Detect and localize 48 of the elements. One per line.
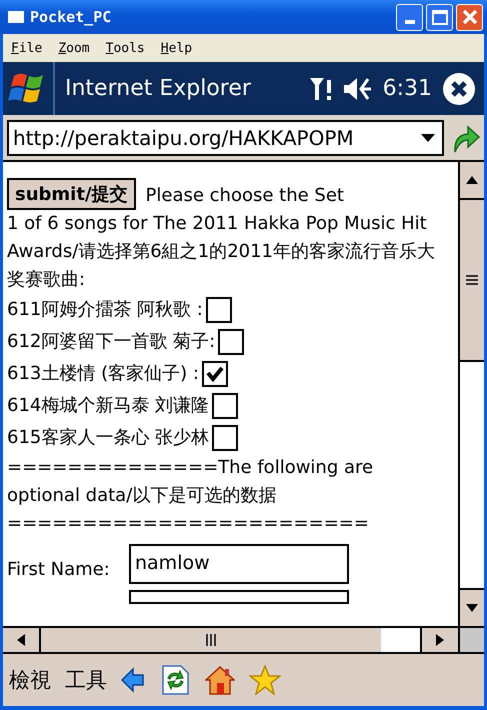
signal-icon[interactable]: [308, 76, 333, 102]
checkbox[interactable]: [212, 425, 238, 451]
submit-button[interactable]: submit/提交: [7, 178, 136, 210]
vertical-scrollbar[interactable]: [458, 162, 484, 626]
home-icon[interactable]: [205, 665, 235, 695]
address-field[interactable]: http://peraktaipu.org/HAKKAPOPM: [7, 120, 444, 156]
instruction-text: 1 of 6 songs for The 2011 Hakka Pop Music Hit Awards/请选择第6組之1的2011年的客家流行音乐大奖赛歌曲:: [7, 212, 436, 292]
menu-item[interactable]: Tools: [106, 40, 145, 56]
menu-item[interactable]: File: [11, 40, 42, 56]
checkbox[interactable]: [212, 393, 238, 419]
field-label: First Name:: [7, 558, 111, 582]
back-arrow-icon[interactable]: [121, 667, 145, 693]
scrollbar-corner: [460, 628, 484, 652]
checkbox[interactable]: [206, 297, 232, 323]
scroll-up-button[interactable]: [460, 162, 484, 200]
up-arrow-icon: [466, 176, 478, 184]
checkbox[interactable]: [202, 361, 228, 387]
minimize-button[interactable]: [396, 4, 423, 30]
separator-text: ==============The following are optional data/以下是可选的数据========================: [7, 456, 374, 536]
window-icon: [8, 11, 24, 23]
checkbox[interactable]: [218, 329, 244, 355]
dropdown-arrow-icon[interactable]: [420, 132, 436, 142]
song-label: 615客家人一条心 张少林: [7, 426, 210, 450]
speaker-icon[interactable]: [342, 76, 373, 102]
window-title: Pocket_PC: [30, 8, 112, 26]
song-label: 614梅城个新马泰 刘谦隆: [7, 394, 210, 418]
scroll-down-button[interactable]: [460, 588, 484, 626]
left-arrow-icon: [17, 634, 25, 646]
close-button[interactable]: [456, 4, 483, 30]
down-arrow-icon: [466, 604, 478, 612]
maximize-button[interactable]: [426, 4, 453, 30]
input-field[interactable]: namlow: [129, 544, 349, 584]
song-label: 611阿姆介擂茶 阿秋歌 :: [7, 298, 203, 322]
song-label: 612阿婆留下一首歌 菊子:: [7, 330, 216, 354]
horizontal-scrollbar[interactable]: [3, 626, 484, 654]
right-arrow-icon: [436, 634, 444, 646]
scroll-thumb[interactable]: [460, 200, 484, 362]
input-field[interactable]: [129, 590, 349, 604]
star-icon[interactable]: [249, 665, 281, 695]
song-label: 613土楼情 (客家仙子) :: [7, 362, 199, 386]
instruction-text: Please choose the Set: [146, 184, 344, 208]
menu-item[interactable]: Zoom: [58, 40, 90, 56]
clock-time[interactable]: 6:31: [382, 76, 432, 101]
app-title: Internet Explorer: [65, 76, 252, 101]
menu-item[interactable]: Help: [160, 40, 192, 56]
command-menu[interactable]: 工具: [65, 666, 107, 694]
command-menu[interactable]: 檢視: [9, 666, 51, 694]
close-icon[interactable]: [442, 72, 476, 106]
